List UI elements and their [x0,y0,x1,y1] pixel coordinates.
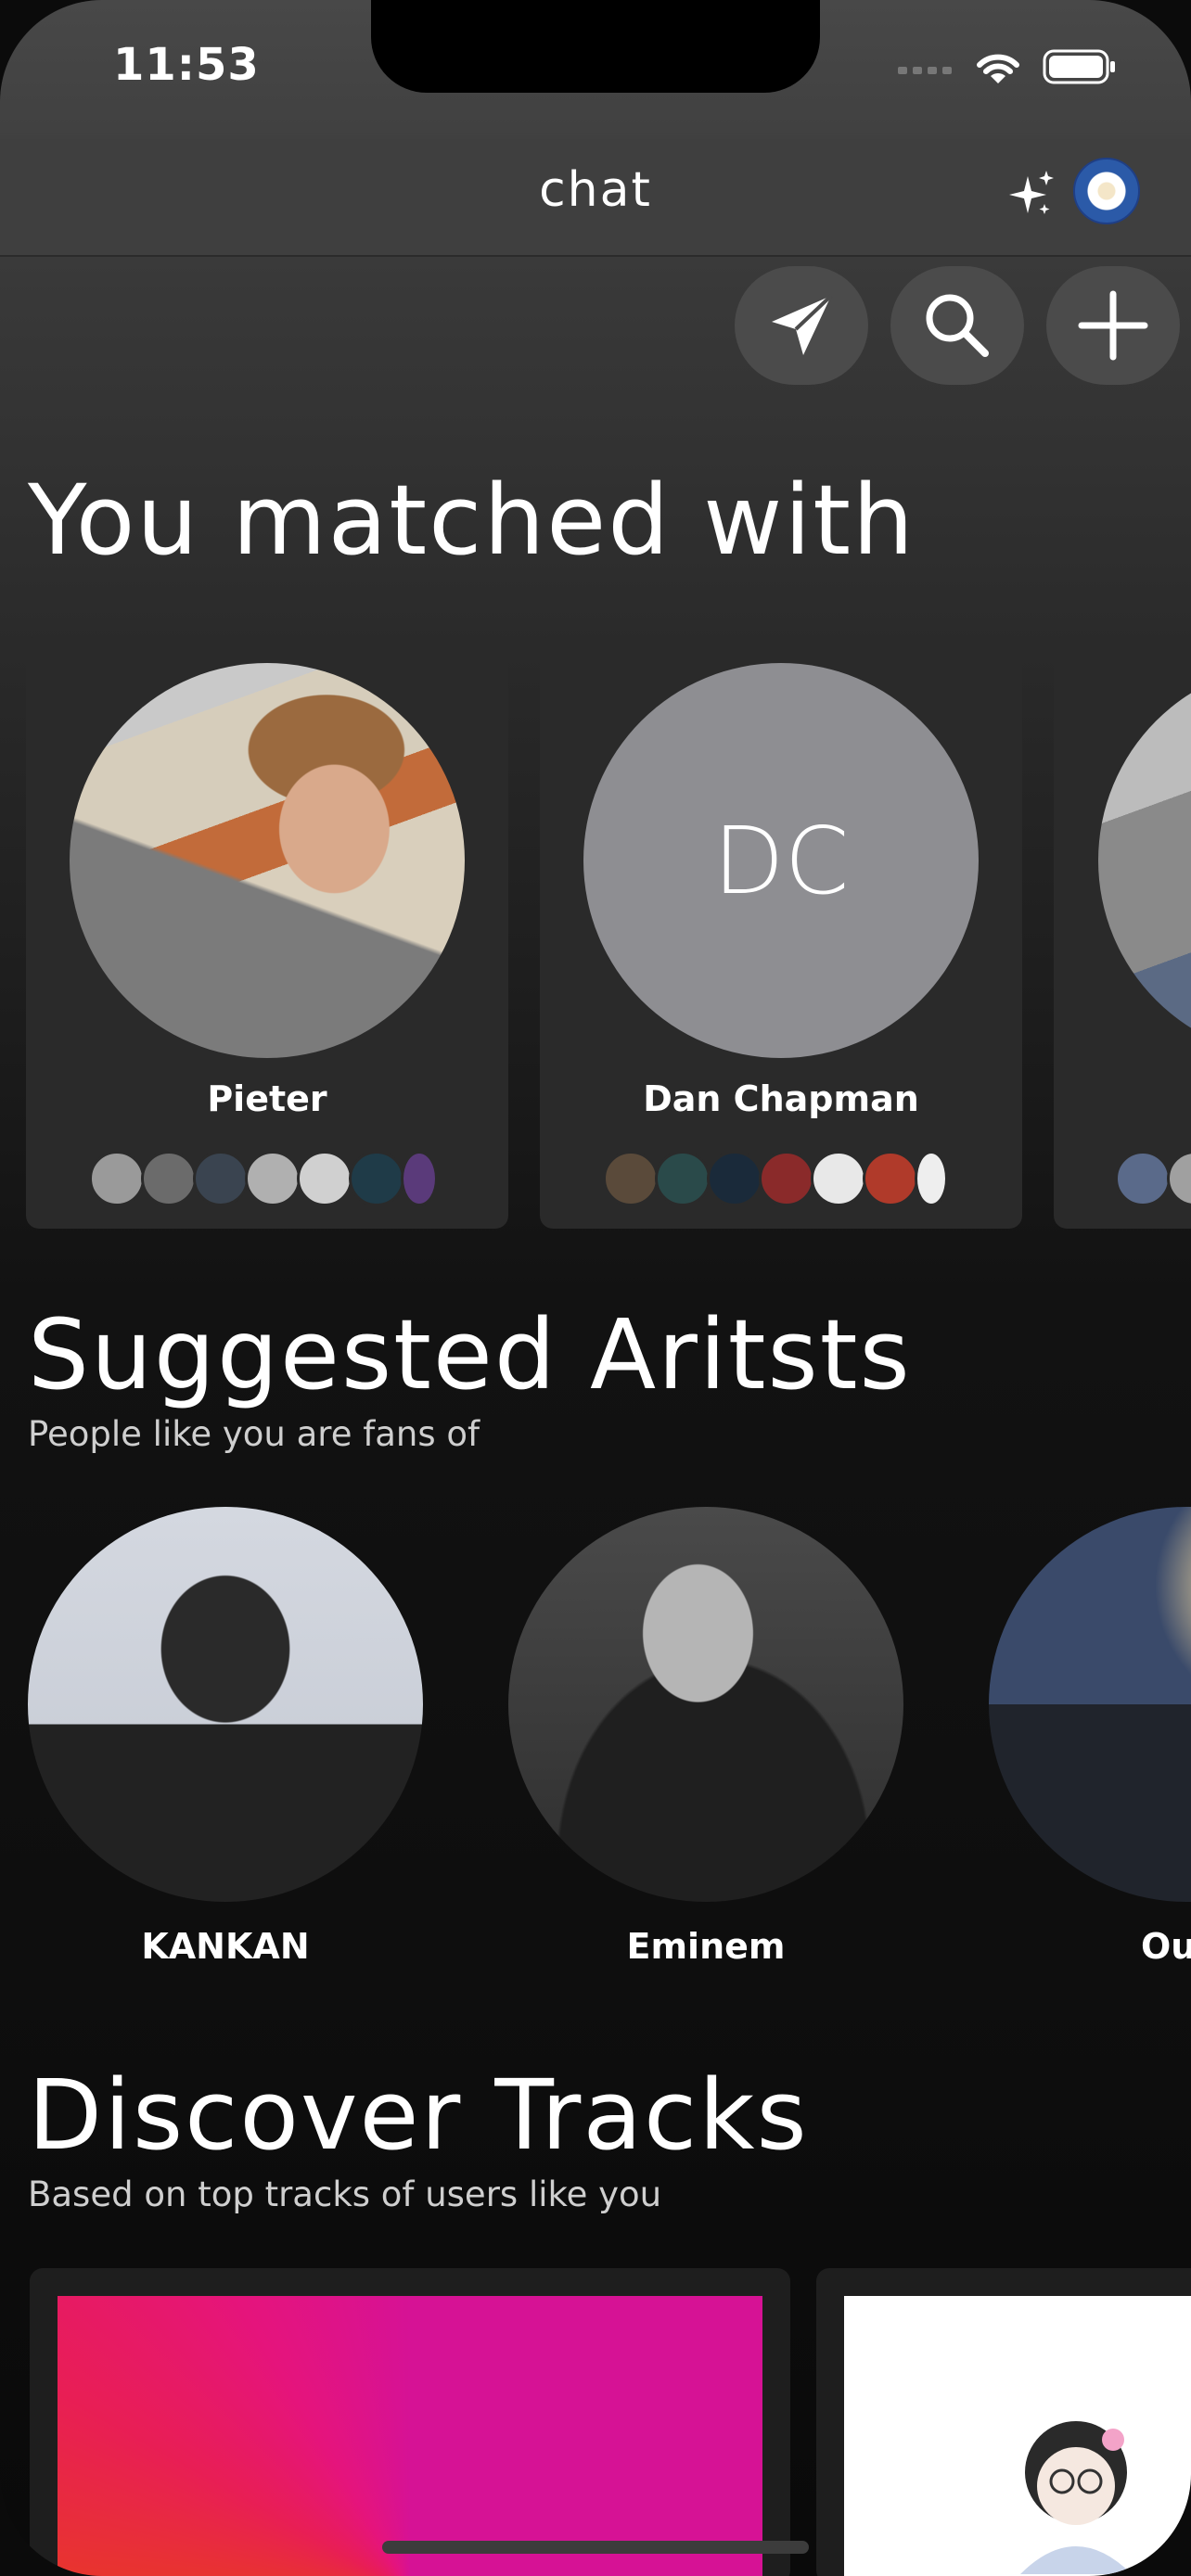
match-name: Pieter [207,1078,327,1119]
match-initials: DC [712,806,850,915]
shared-artist-avatar [89,1151,145,1206]
match-name: Dan Chapman [643,1078,919,1119]
sparkle-icon[interactable] [1004,167,1059,223]
match-photo [70,663,465,1058]
track-card[interactable] [30,2268,790,2576]
shared-artist-avatar [655,1151,711,1206]
artists-section-title: Suggested Aritsts [28,1298,912,1411]
track-card[interactable] [816,2268,1191,2576]
shared-artist-avatar [349,1151,404,1206]
status-time: 11:53 [113,39,260,91]
phone-screen: 11:53 chat You matched with Pieter DC Da… [0,0,1191,2576]
shared-artist-avatar [707,1151,762,1206]
device-notch [371,0,820,93]
search-icon [926,294,989,357]
wifi-icon [977,54,1019,83]
send-button[interactable] [735,266,868,385]
artists-section-subtitle: People like you are fans of [28,1414,480,1454]
matched-section-title: You matched with [28,464,916,577]
shared-artists-row [1115,1151,1191,1206]
track-artwork [844,2296,1191,2576]
profile-avatar[interactable] [1073,158,1140,224]
add-button[interactable] [1046,266,1180,385]
shared-artist-avatar [297,1151,352,1206]
match-card[interactable]: Pieter [26,635,508,1229]
artist-name[interactable]: Ou [1141,1926,1191,1967]
shared-artist-avatar [863,1151,918,1206]
track-artwork [58,2296,762,2576]
match-initials-avatar: DC [583,663,979,1058]
illustration-girl-icon [1020,2421,1132,2574]
artist-image[interactable] [508,1507,903,1902]
shared-artist-avatar [1115,1151,1171,1206]
artist-image[interactable] [989,1507,1191,1902]
artist-image[interactable] [28,1507,423,1902]
match-photo [1098,663,1191,1058]
shared-artists-row [603,1151,948,1206]
shared-artist-avatar [141,1151,197,1206]
tracks-section-title: Discover Tracks [28,2059,809,2172]
shared-artist-avatar [245,1151,301,1206]
search-button[interactable] [890,266,1024,385]
battery-icon [1043,49,1115,84]
cellular-signal-icon [898,67,952,74]
shared-artist-avatar [915,1151,948,1206]
shared-artist-avatar [401,1151,438,1206]
match-card[interactable] [1054,635,1191,1229]
paper-plane-icon [772,294,833,355]
shared-artist-avatar [603,1151,659,1206]
shared-artist-avatar [1167,1151,1191,1206]
artist-name[interactable]: Eminem [508,1926,903,1967]
shared-artists-row [89,1151,438,1206]
status-bar: 11:53 [0,0,1191,139]
shared-artist-avatar [811,1151,866,1206]
artist-name[interactable]: KANKAN [28,1926,423,1967]
navigation-bar: chat [0,139,1191,257]
shared-artist-avatar [759,1151,814,1206]
home-indicator[interactable] [382,2541,809,2554]
tracks-section-subtitle: Based on top tracks of users like you [28,2174,662,2214]
match-card[interactable]: DC Dan Chapman [540,635,1022,1229]
status-icons [898,48,1117,85]
plus-icon [1078,290,1148,361]
shared-artist-avatar [193,1151,249,1206]
